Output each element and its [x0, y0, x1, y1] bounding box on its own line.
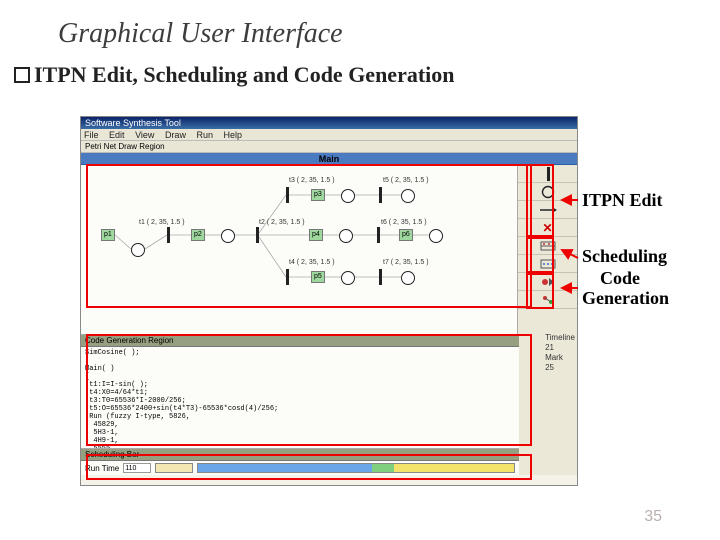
place-box-p3[interactable]: p3: [311, 189, 325, 201]
bullet-box-icon: [14, 67, 30, 83]
tool-place[interactable]: [518, 183, 577, 201]
place-p3b[interactable]: [341, 189, 355, 203]
tool-sched-1[interactable]: [518, 237, 577, 255]
t1-label: t1 ( 2, 35, 1.5 ): [139, 219, 185, 226]
place-box-p2[interactable]: p2: [191, 229, 205, 241]
transition-t4[interactable]: [286, 269, 289, 285]
place-box-p5[interactable]: p5: [311, 271, 325, 283]
transition-t3[interactable]: [286, 187, 289, 203]
tool-gen-2[interactable]: [518, 291, 577, 309]
sideinfo-block: Timeline 21 Mark 25: [545, 333, 575, 373]
tool-sidebar: ✕ Timeline 21 Mark 25: [517, 165, 577, 475]
sideinfo-l2: Mark: [545, 353, 575, 363]
sched-indicator: [155, 463, 193, 473]
place-c6[interactable]: [429, 229, 443, 243]
region-label: Petri Net Draw Region: [81, 141, 577, 153]
runtime-input[interactable]: [123, 463, 151, 473]
page-number: 35: [644, 508, 662, 526]
menu-file[interactable]: File: [84, 130, 99, 140]
place-c5[interactable]: [341, 271, 355, 285]
tool-transition[interactable]: [518, 165, 577, 183]
annotation-sched: Scheduling: [582, 246, 667, 266]
menu-run[interactable]: Run: [196, 130, 213, 140]
place-c2[interactable]: [221, 229, 235, 243]
sideinfo-v2: 25: [545, 363, 575, 373]
place-box-p6[interactable]: p6: [399, 229, 413, 241]
t3-label: t3 ( 2, 35, 1.5 ): [289, 177, 335, 184]
place-p5[interactable]: [401, 189, 415, 203]
t6-label: t6 ( 2, 35, 1.5 ): [381, 219, 427, 226]
app-titlebar: Software Synthesis Tool: [81, 117, 577, 129]
tool-gen-1[interactable]: [518, 273, 577, 291]
codegen-header: Code Generation Region: [81, 335, 519, 347]
tool-delete[interactable]: ✕: [518, 219, 577, 237]
petri-net-canvas[interactable]: t3 ( 2, 35, 1.5 ) p3 t5 ( 2, 35, 1.5 ) p…: [81, 165, 519, 335]
sideinfo-l1: Timeline: [545, 333, 575, 343]
annotation-codegen-2: Generation: [582, 288, 669, 308]
t2-label: t2 ( 2, 35, 1.5 ): [259, 219, 305, 226]
codegen-output[interactable]: SimCosine( ); Main( ) { t1:I=I-sin( ); t…: [81, 347, 519, 449]
t5-label: t5 ( 2, 35, 1.5 ): [383, 177, 429, 184]
runtime-label: Run Time: [85, 464, 119, 473]
annotation-edit: ITPN Edit: [582, 190, 663, 210]
slide-subhead: ITPN Edit, Scheduling and Code Generatio…: [0, 56, 720, 96]
transition-t5[interactable]: [379, 187, 382, 203]
t7-label: t7 ( 2, 35, 1.5 ): [383, 259, 429, 266]
gantt-chart[interactable]: [197, 463, 515, 473]
gantt-seg-2: [372, 464, 394, 472]
gantt-seg-1: [198, 464, 372, 472]
menu-view[interactable]: View: [135, 130, 154, 140]
sched-bar: Run Time: [81, 461, 519, 475]
place-c4[interactable]: [339, 229, 353, 243]
menu-draw[interactable]: Draw: [165, 130, 186, 140]
transition-t7[interactable]: [379, 269, 382, 285]
place-box-p4[interactable]: p4: [309, 229, 323, 241]
place-c1[interactable]: [131, 243, 145, 257]
slide-title: Graphical User Interface: [0, 0, 720, 56]
transition-t6[interactable]: [377, 227, 380, 243]
annotation-codegen-1: Code: [600, 268, 640, 288]
slide-subhead-text: ITPN Edit, Scheduling and Code Generatio…: [34, 62, 455, 87]
transition-t2[interactable]: [256, 227, 259, 243]
gantt-seg-3: [394, 464, 514, 472]
sideinfo-v1: 21: [545, 343, 575, 353]
t4-label: t4 ( 2, 35, 1.5 ): [289, 259, 335, 266]
menu-help[interactable]: Help: [224, 130, 243, 140]
sched-header: Scheduling Bar: [81, 449, 519, 461]
tool-sched-2[interactable]: [518, 255, 577, 273]
tool-arc[interactable]: [518, 201, 577, 219]
canvas-header: Main: [81, 153, 577, 165]
transition-t1[interactable]: [167, 227, 170, 243]
menu-bar[interactable]: File Edit View Draw Run Help: [81, 129, 577, 141]
place-box-p1[interactable]: p1: [101, 229, 115, 241]
menu-edit[interactable]: Edit: [109, 130, 125, 140]
main-area: t3 ( 2, 35, 1.5 ) p3 t5 ( 2, 35, 1.5 ) p…: [81, 165, 577, 475]
app-window: Software Synthesis Tool File Edit View D…: [80, 116, 578, 486]
place-c7[interactable]: [401, 271, 415, 285]
